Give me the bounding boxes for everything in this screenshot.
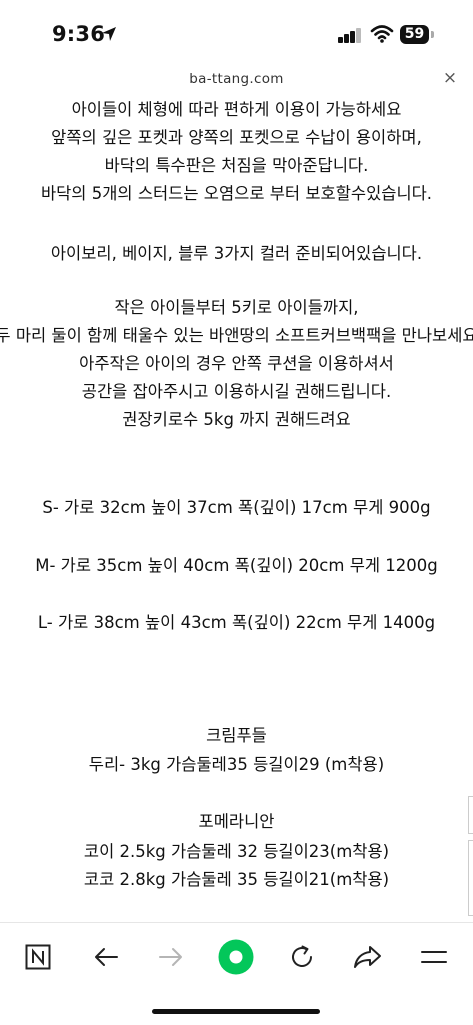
text-line: 아이들이 체형에 따라 편하게 이용이 가능하세요 bbox=[71, 100, 402, 119]
forward-button[interactable] bbox=[151, 937, 191, 977]
share-arrow-icon bbox=[354, 946, 381, 968]
text-line: 코이 2.5kg 가슴둘레 32 등길이23(m착용) bbox=[83, 842, 390, 861]
home-indicator bbox=[152, 1009, 320, 1014]
text-line: 두 마리 둘이 함께 태울수 있는 바앤땅의 소프트커브백팩을 만나보세요 bbox=[0, 326, 473, 345]
location-arrow-icon bbox=[102, 27, 116, 41]
text-line: 아주작은 아이의 경우 안쪽 쿠션을 이용하셔서 bbox=[79, 354, 394, 373]
green-dot-button[interactable] bbox=[216, 937, 256, 977]
text-line: 바닥의 특수판은 처짐을 막아준답니다. bbox=[104, 156, 369, 175]
page-content: 아이들이 체형에 따라 편하게 이용이 가능하세요 앞쪽의 깊은 포켓과 양쪽의… bbox=[0, 96, 473, 922]
close-icon[interactable]: × bbox=[441, 69, 459, 87]
arrow-right-icon bbox=[159, 948, 182, 966]
wifi-icon bbox=[370, 25, 394, 43]
hamburger-menu-icon bbox=[421, 951, 447, 963]
text-line: L- 가로 38cm 높이 43cm 폭(깊이) 22cm 무게 1400g bbox=[37, 613, 436, 632]
text-line: M- 가로 35cm 높이 40cm 폭(깊이) 20cm 무게 1200g bbox=[35, 556, 438, 575]
share-button[interactable] bbox=[348, 937, 388, 977]
text-line: 공간을 잡아주시고 이용하시길 권해드립니다. bbox=[81, 382, 392, 401]
arrow-left-icon bbox=[95, 948, 118, 966]
naver-home-button[interactable] bbox=[18, 937, 58, 977]
text-line: 권장키로수 5kg 까지 권해드려요 bbox=[122, 410, 351, 429]
menu-button[interactable] bbox=[414, 937, 454, 977]
text-line: 바닥의 5개의 스터드는 오염으로 부터 보호할수있습니다. bbox=[40, 184, 433, 203]
url-text[interactable]: ba-ttang.com bbox=[0, 71, 473, 87]
battery-cap bbox=[431, 31, 434, 38]
refresh-button[interactable] bbox=[282, 937, 322, 977]
edge-floating-button[interactable] bbox=[468, 840, 473, 916]
cellular-signal-icon bbox=[338, 27, 364, 43]
text-line: 두리- 3kg 가슴둘레35 등길이29 (m착용) bbox=[88, 755, 385, 774]
status-time: 9:36 bbox=[52, 22, 106, 46]
url-bar[interactable]: ba-ttang.com × bbox=[0, 62, 473, 96]
text-line: 앞쪽의 깊은 포켓과 양쪽의 포켓으로 수납이 용이하며, bbox=[51, 128, 422, 147]
refresh-icon bbox=[292, 945, 312, 967]
text-line: 아이보리, 베이지, 블루 3가지 컬러 준비되어있습니다. bbox=[50, 244, 423, 263]
text-line: S- 가로 32cm 높이 37cm 폭(깊이) 17cm 무게 900g bbox=[42, 498, 431, 517]
text-line: 크림푸들 bbox=[206, 726, 267, 745]
text-line: 작은 아이들부터 5키로 아이들까지, bbox=[114, 298, 359, 317]
status-bar: 9:36 59 bbox=[0, 0, 473, 62]
edge-floating-button[interactable] bbox=[468, 796, 473, 834]
green-circle-icon bbox=[218, 939, 254, 975]
naver-n-icon bbox=[25, 944, 51, 970]
text-line: 포메라니안 bbox=[198, 812, 275, 831]
back-button[interactable] bbox=[86, 937, 126, 977]
battery-icon: 59 bbox=[400, 25, 429, 44]
text-line: 코코 2.8kg 가슴둘레 35 등길이21(m착용) bbox=[83, 870, 390, 889]
